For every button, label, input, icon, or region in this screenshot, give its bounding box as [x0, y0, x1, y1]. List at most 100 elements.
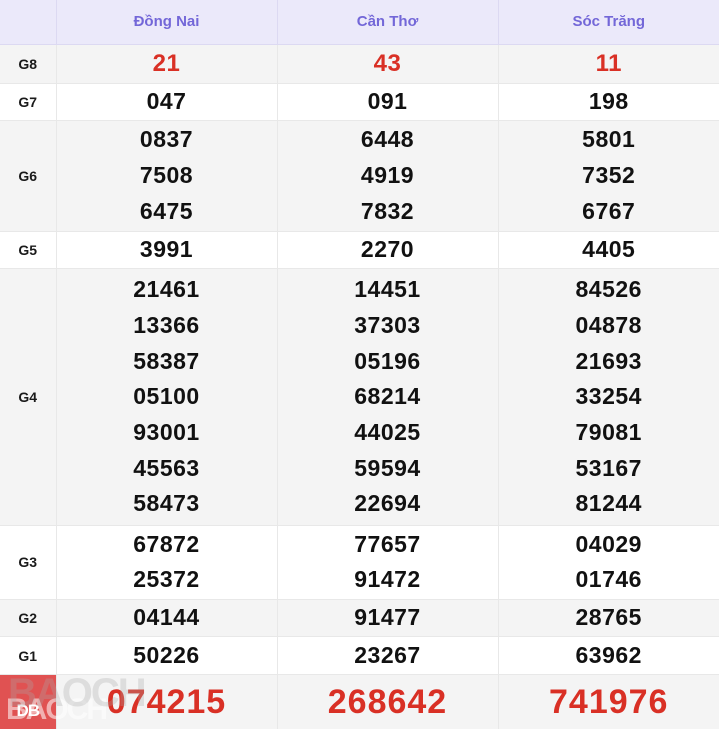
prize-label-g4: G4	[0, 268, 57, 526]
number: 11	[595, 49, 622, 77]
special-cell-1: 268642	[277, 674, 499, 729]
prize-cell-g2-0: 04144	[56, 599, 278, 638]
number: 268642	[327, 682, 448, 721]
number: 37303	[354, 311, 421, 338]
number: 58387	[133, 347, 200, 374]
number: 93001	[133, 418, 200, 445]
table-row-g3: G3 67872 25372 77657 91472 04029 01746	[0, 525, 719, 600]
number: 77657	[354, 530, 421, 557]
prize-label-g5: G5	[0, 231, 57, 270]
prize-cell-g3-0: 67872 25372	[56, 525, 278, 600]
number: 198	[588, 88, 629, 115]
number: 7832	[360, 197, 415, 224]
number: 4405	[582, 236, 636, 263]
number: 14451	[354, 276, 421, 303]
prize-cell-g2-1: 91477	[277, 599, 499, 638]
number: 81244	[575, 490, 642, 517]
number: 047	[146, 88, 187, 115]
number: 13366	[133, 311, 200, 338]
prize-cell-g3-2: 04029 01746	[498, 525, 719, 600]
table-row-g5: G5 3991 2270 4405	[0, 231, 719, 270]
number: 84526	[575, 276, 642, 303]
number: 67872	[133, 530, 200, 557]
number: 05196	[354, 347, 421, 374]
number: 7508	[139, 162, 194, 189]
prize-cell-g7-1: 091	[277, 83, 499, 122]
lottery-results-table: Đồng Nai Cần Thơ Sóc Trăng G8 21 43 11 G…	[0, 0, 719, 729]
table-row-g4: G4 21461 13366 58387 05100 93001 45563 5…	[0, 268, 719, 526]
prize-cell-g2-2: 28765	[498, 599, 719, 638]
number: 05100	[133, 383, 200, 410]
number: 25372	[133, 566, 200, 593]
number: 50226	[133, 641, 200, 668]
prize-cell-g5-2: 4405	[498, 231, 719, 270]
number: 44025	[354, 418, 421, 445]
number: 074215	[106, 682, 227, 721]
number: 741976	[549, 682, 669, 721]
prize-label-g7: G7	[0, 83, 57, 122]
prize-label-g6: G6	[0, 120, 57, 232]
number: 6767	[582, 197, 636, 224]
number: 79081	[575, 418, 642, 445]
prize-label-g1: G1	[0, 636, 57, 675]
prize-cell-g7-0: 047	[56, 83, 278, 122]
prize-cell-g6-0: 0837 7508 6475	[56, 120, 278, 232]
number: 63962	[575, 641, 642, 668]
header-label-blank	[0, 0, 57, 45]
table-body: G8 21 43 11 G7 047 091 198 G6 0837 7508 …	[0, 44, 719, 729]
special-cell-0: 074215	[56, 674, 278, 729]
table-row-g6: G6 0837 7508 6475 6448 4919 7832 5801 73…	[0, 120, 719, 232]
number: 5801	[582, 126, 636, 153]
prize-cell-g1-1: 23267	[277, 636, 499, 675]
number: 0837	[139, 126, 194, 153]
prize-cell-g4-1: 14451 37303 05196 68214 44025 59594 2269…	[277, 268, 499, 526]
number: 28765	[575, 604, 642, 631]
number: 21	[152, 49, 181, 77]
number: 6448	[360, 126, 415, 153]
number: 91472	[354, 566, 421, 593]
prize-cell-g5-0: 3991	[56, 231, 278, 270]
number: 68214	[354, 383, 421, 410]
number: 91477	[354, 604, 421, 631]
number: 2270	[360, 236, 415, 263]
number: 33254	[575, 383, 642, 410]
prize-cell-g4-2: 84526 04878 21693 33254 79081 53167 8124…	[498, 268, 719, 526]
number: 04878	[575, 311, 642, 338]
prize-cell-g1-0: 50226	[56, 636, 278, 675]
number: 04029	[575, 530, 642, 557]
prize-cell-g8-0: 21	[56, 44, 278, 84]
number: 43	[373, 49, 402, 77]
number: 01746	[575, 566, 642, 593]
table-row-g7: G7 047 091 198	[0, 83, 719, 122]
prize-cell-g7-2: 198	[498, 83, 719, 122]
prize-label-g8: G8	[0, 44, 57, 84]
table-row-g1: G1 50226 23267 63962	[0, 636, 719, 675]
table-header: Đồng Nai Cần Thơ Sóc Trăng	[0, 0, 719, 45]
number: 4919	[360, 162, 415, 189]
special-cell-2: 741976	[498, 674, 719, 729]
header-row: Đồng Nai Cần Thơ Sóc Trăng	[0, 0, 719, 45]
special-prize-badge: DB BAOCH	[0, 674, 108, 729]
table-row-g8: G8 21 43 11	[0, 44, 719, 84]
number: 45563	[133, 454, 200, 481]
header-province-2: Sóc Trăng	[498, 0, 719, 45]
number: 3991	[139, 236, 194, 263]
number: 23267	[354, 641, 421, 668]
number: 21461	[133, 276, 200, 303]
prize-cell-g8-1: 43	[277, 44, 499, 84]
number: 6475	[139, 197, 194, 224]
prize-cell-g1-2: 63962	[498, 636, 719, 675]
number: 091	[367, 88, 408, 115]
prize-cell-g5-1: 2270	[277, 231, 499, 270]
header-province-1: Cần Thơ	[277, 0, 499, 45]
number: 58473	[133, 490, 200, 517]
number: 04144	[133, 604, 200, 631]
number: 22694	[354, 490, 421, 517]
prize-cell-g3-1: 77657 91472	[277, 525, 499, 600]
prize-cell-g4-0: 21461 13366 58387 05100 93001 45563 5847…	[56, 268, 278, 526]
table-row-g2: G2 04144 91477 28765	[0, 599, 719, 638]
prize-cell-g8-2: 11	[498, 44, 719, 84]
number: 53167	[575, 454, 642, 481]
number: 21693	[575, 347, 642, 374]
prize-label-g3: G3	[0, 525, 57, 600]
